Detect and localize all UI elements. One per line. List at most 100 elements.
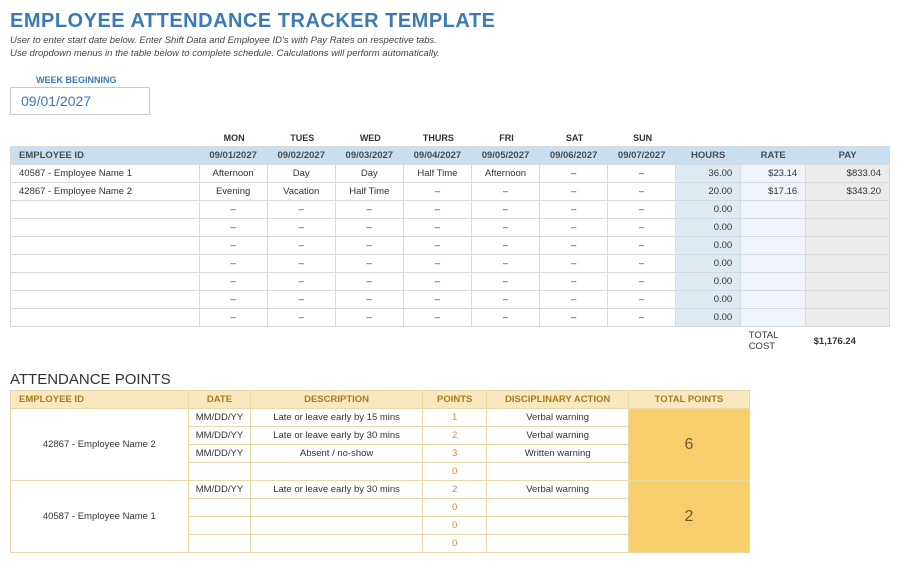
shift-cell[interactable]: – [403, 255, 471, 273]
points-date-cell[interactable]: MM/DD/YY [188, 427, 251, 445]
shift-cell[interactable]: – [403, 201, 471, 219]
shift-cell[interactable]: – [335, 237, 403, 255]
shift-cell[interactable]: – [608, 309, 676, 327]
shift-cell[interactable]: – [199, 237, 267, 255]
shift-cell[interactable]: – [403, 219, 471, 237]
shift-cell[interactable]: – [471, 237, 539, 255]
shift-cell[interactable]: – [608, 165, 676, 183]
shift-cell[interactable]: – [199, 201, 267, 219]
shift-cell[interactable]: – [267, 219, 335, 237]
shift-cell[interactable]: – [199, 219, 267, 237]
employee-cell[interactable] [11, 237, 200, 255]
shift-cell[interactable]: – [608, 201, 676, 219]
shift-cell[interactable]: Afternoon [199, 165, 267, 183]
shift-cell[interactable]: – [199, 291, 267, 309]
shift-cell[interactable]: – [199, 309, 267, 327]
shift-cell[interactable]: – [403, 291, 471, 309]
shift-cell[interactable]: – [540, 201, 608, 219]
points-date-cell[interactable] [188, 463, 251, 481]
shift-cell[interactable]: – [471, 273, 539, 291]
shift-cell[interactable]: Half Time [403, 165, 471, 183]
shift-cell[interactable]: – [267, 309, 335, 327]
shift-cell[interactable]: – [267, 255, 335, 273]
shift-cell[interactable]: – [335, 219, 403, 237]
shift-cell[interactable]: Day [267, 165, 335, 183]
points-value-cell: 0 [422, 499, 487, 517]
shift-cell[interactable]: – [403, 273, 471, 291]
shift-cell[interactable]: – [335, 273, 403, 291]
points-date-cell[interactable]: MM/DD/YY [188, 481, 251, 499]
points-date-cell[interactable] [188, 499, 251, 517]
shift-cell[interactable]: – [267, 237, 335, 255]
shift-cell[interactable]: – [540, 255, 608, 273]
shift-cell[interactable]: – [608, 237, 676, 255]
shift-cell[interactable]: – [267, 273, 335, 291]
points-description-cell[interactable]: Absent / no-show [251, 445, 423, 463]
points-description-cell[interactable]: Late or leave early by 30 mins [251, 427, 423, 445]
points-date-cell[interactable]: MM/DD/YY [188, 445, 251, 463]
points-description-cell[interactable] [251, 535, 423, 553]
shift-cell[interactable]: – [471, 255, 539, 273]
shift-cell[interactable]: Evening [199, 183, 267, 201]
employee-cell[interactable] [11, 201, 200, 219]
shift-cell[interactable]: – [540, 273, 608, 291]
shift-cell[interactable]: Vacation [267, 183, 335, 201]
shift-cell[interactable]: Afternoon [471, 165, 539, 183]
shift-cell[interactable]: – [335, 291, 403, 309]
employee-cell[interactable] [11, 291, 200, 309]
shift-cell[interactable]: – [608, 273, 676, 291]
points-date-cell[interactable]: MM/DD/YY [188, 409, 251, 427]
shift-cell[interactable]: – [540, 183, 608, 201]
employee-cell[interactable] [11, 309, 200, 327]
points-date-cell[interactable] [188, 535, 251, 553]
points-description-cell[interactable]: Late or leave early by 15 mins [251, 409, 423, 427]
shift-cell[interactable]: – [540, 237, 608, 255]
shift-cell[interactable]: – [540, 309, 608, 327]
shift-cell[interactable]: – [608, 219, 676, 237]
day-mon: MON [199, 129, 267, 147]
shift-cell[interactable]: – [267, 291, 335, 309]
shift-cell[interactable]: – [608, 255, 676, 273]
points-employee-cell[interactable]: 40587 - Employee Name 1 [11, 481, 189, 553]
shift-cell[interactable]: – [471, 291, 539, 309]
employee-cell[interactable]: 40587 - Employee Name 1 [11, 165, 200, 183]
employee-cell[interactable] [11, 219, 200, 237]
shift-cell[interactable]: – [267, 201, 335, 219]
employee-cell[interactable] [11, 273, 200, 291]
shift-cell[interactable]: – [199, 255, 267, 273]
rate-cell: $23.14 [741, 165, 806, 183]
points-description-cell[interactable] [251, 517, 423, 535]
employee-cell[interactable]: 42867 - Employee Name 2 [11, 183, 200, 201]
shift-cell[interactable]: – [540, 165, 608, 183]
shift-cell[interactable]: – [335, 255, 403, 273]
total-points-cell: 6 [628, 409, 749, 481]
rate-cell [741, 219, 806, 237]
shift-cell[interactable]: Half Time [335, 183, 403, 201]
shift-cell[interactable]: – [608, 291, 676, 309]
shift-cell[interactable]: – [335, 201, 403, 219]
shift-cell[interactable]: – [608, 183, 676, 201]
ap-col-date: DATE [188, 391, 251, 409]
shift-cell[interactable]: Day [335, 165, 403, 183]
shift-cell[interactable]: – [540, 291, 608, 309]
shift-cell[interactable]: – [471, 219, 539, 237]
shift-cell[interactable]: – [335, 309, 403, 327]
points-description-cell[interactable]: Late or leave early by 30 mins [251, 481, 423, 499]
shift-cell[interactable]: – [471, 183, 539, 201]
employee-cell[interactable] [11, 255, 200, 273]
day-tue: TUES [267, 129, 335, 147]
shift-cell[interactable]: – [199, 273, 267, 291]
points-date-cell[interactable] [188, 517, 251, 535]
points-employee-cell[interactable]: 42867 - Employee Name 2 [11, 409, 189, 481]
shift-cell[interactable]: – [471, 201, 539, 219]
col-hours: HOURS [676, 147, 741, 165]
shift-cell[interactable]: – [403, 309, 471, 327]
shift-cell[interactable]: – [403, 237, 471, 255]
shift-cell[interactable]: – [403, 183, 471, 201]
points-description-cell[interactable] [251, 499, 423, 517]
shift-cell[interactable]: – [471, 309, 539, 327]
points-description-cell[interactable] [251, 463, 423, 481]
shift-cell[interactable]: – [540, 219, 608, 237]
instruction-line2: Use dropdown menus in the table below to… [10, 48, 440, 59]
week-beginning-input[interactable]: 09/01/2027 [10, 87, 150, 115]
